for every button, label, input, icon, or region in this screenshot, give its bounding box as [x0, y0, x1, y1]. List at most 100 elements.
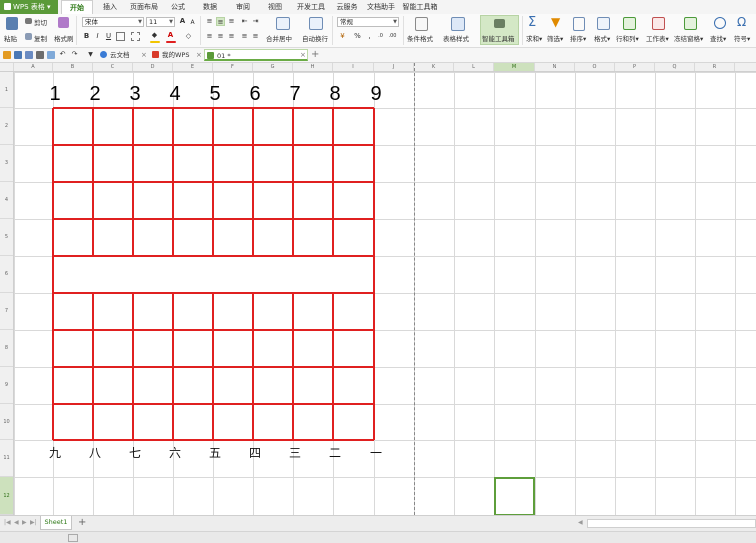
- save-icon[interactable]: [14, 51, 22, 59]
- column-header-q[interactable]: Q: [655, 63, 695, 71]
- print-preview-icon[interactable]: [47, 51, 55, 59]
- column-header-h[interactable]: H: [293, 63, 333, 71]
- conditional-format-icon[interactable]: [415, 17, 428, 31]
- symbol-button[interactable]: 符号▾: [734, 33, 750, 43]
- column-header-e[interactable]: E: [173, 63, 213, 71]
- column-header-o[interactable]: O: [575, 63, 615, 71]
- column-header-k[interactable]: K: [414, 63, 454, 71]
- smart-toolbox-button[interactable]: 智能工具箱: [480, 15, 519, 45]
- currency-icon[interactable]: ¥: [338, 32, 347, 41]
- increase-font-icon[interactable]: A: [178, 17, 187, 26]
- horizontal-scrollbar[interactable]: [587, 519, 756, 528]
- format-painter-icon[interactable]: [58, 17, 69, 28]
- chevron-down-icon[interactable]: ▼: [86, 50, 95, 59]
- cut-button[interactable]: 剪切: [34, 17, 47, 27]
- print-icon[interactable]: [36, 51, 44, 59]
- row-header-10[interactable]: 10: [0, 404, 13, 440]
- row-header-7[interactable]: 7: [0, 293, 13, 330]
- tab-developer[interactable]: 开发工具: [293, 0, 329, 14]
- tab-page-layout[interactable]: 页面布局: [126, 0, 162, 14]
- doc-tab-my-wps[interactable]: 我的WPS: [150, 49, 194, 61]
- row-header-4[interactable]: 4: [0, 182, 13, 219]
- tab-cloud[interactable]: 云服务: [332, 0, 362, 14]
- row-header-11[interactable]: 11: [0, 440, 13, 477]
- format-painter-button[interactable]: 格式刷: [54, 33, 74, 43]
- font-color-icon[interactable]: A: [166, 31, 175, 40]
- sort-button[interactable]: 排序▾: [570, 33, 586, 43]
- merge-center-icon[interactable]: [276, 17, 290, 30]
- row-header-12[interactable]: 12: [0, 477, 13, 515]
- row-header-6[interactable]: 6: [0, 256, 13, 293]
- indent-decrease-icon[interactable]: ⇤: [240, 17, 249, 26]
- number-format-select[interactable]: 常规 ▼: [337, 17, 399, 27]
- copy-button[interactable]: 复制: [34, 33, 47, 43]
- increase-decimal-icon[interactable]: .0: [376, 32, 385, 41]
- align-left-icon[interactable]: ≡: [205, 32, 214, 41]
- tab-review[interactable]: 审阅: [229, 0, 257, 14]
- format-button[interactable]: 格式▾: [594, 33, 610, 43]
- row-header-1[interactable]: 1: [0, 72, 13, 108]
- filter-icon[interactable]: ▼: [551, 15, 560, 29]
- underline-button[interactable]: U: [104, 32, 113, 41]
- font-name-select[interactable]: 宋体 ▼: [82, 17, 144, 27]
- row-header-8[interactable]: 8: [0, 330, 13, 367]
- bold-button[interactable]: B: [82, 32, 91, 41]
- close-icon[interactable]: ×: [141, 51, 147, 59]
- app-menu-button[interactable]: WPS 表格 ▾: [0, 0, 58, 14]
- font-size-select[interactable]: 11 ▼: [146, 17, 175, 27]
- wrap-text-icon[interactable]: [309, 17, 323, 30]
- tab-data[interactable]: 数据: [196, 0, 224, 14]
- align-top-icon[interactable]: ≡: [205, 17, 214, 26]
- worksheet-icon[interactable]: [652, 17, 665, 30]
- close-icon[interactable]: ×: [196, 51, 202, 59]
- column-header-i[interactable]: I: [333, 63, 374, 71]
- column-header-a[interactable]: A: [14, 63, 53, 71]
- new-tab-icon[interactable]: +: [311, 49, 319, 60]
- tab-view[interactable]: 视图: [261, 0, 289, 14]
- column-header-n[interactable]: N: [535, 63, 575, 71]
- add-sheet-icon[interactable]: +: [78, 517, 86, 529]
- omega-icon[interactable]: Ω: [737, 15, 746, 29]
- scroll-left-icon[interactable]: ◀: [578, 519, 583, 526]
- align-right-icon[interactable]: ≡: [227, 32, 236, 41]
- align-center-icon[interactable]: ≡: [216, 32, 225, 41]
- column-header-c[interactable]: C: [93, 63, 133, 71]
- undo-icon[interactable]: ↶: [58, 50, 67, 59]
- paste-button[interactable]: 粘贴: [4, 33, 17, 43]
- column-header-p[interactable]: P: [615, 63, 655, 71]
- column-header-f[interactable]: F: [213, 63, 253, 71]
- first-sheet-icon[interactable]: |◀: [4, 519, 11, 526]
- table-style-button[interactable]: 表格样式: [443, 33, 469, 43]
- sum-button[interactable]: 求和▾: [526, 33, 542, 43]
- decrease-font-icon[interactable]: A: [188, 18, 197, 27]
- doc-tab-01[interactable]: 01 *: [204, 49, 308, 61]
- sort-icon[interactable]: [573, 17, 585, 31]
- active-cell[interactable]: [494, 477, 535, 516]
- select-all-corner[interactable]: [0, 63, 14, 71]
- filter-button[interactable]: 筛选▾: [547, 33, 563, 43]
- column-header-m[interactable]: M: [494, 63, 535, 71]
- clear-format-icon[interactable]: ◇: [184, 32, 193, 41]
- tab-insert[interactable]: 插入: [96, 0, 124, 14]
- conditional-format-button[interactable]: 条件格式: [407, 33, 433, 43]
- column-header-g[interactable]: G: [253, 63, 293, 71]
- justify-icon[interactable]: ≡: [240, 32, 249, 41]
- sum-icon[interactable]: Σ: [528, 15, 536, 30]
- scissors-icon[interactable]: [25, 18, 32, 24]
- next-sheet-icon[interactable]: ▶: [22, 519, 27, 526]
- indent-increase-icon[interactable]: ⇥: [251, 17, 260, 26]
- open-folder-icon[interactable]: [3, 51, 11, 59]
- find-icon[interactable]: [714, 17, 726, 29]
- sheet-tab-sheet1[interactable]: Sheet1: [40, 516, 72, 530]
- copy-icon[interactable]: [25, 33, 32, 40]
- column-header-d[interactable]: D: [133, 63, 173, 71]
- column-header-b[interactable]: B: [53, 63, 93, 71]
- prev-sheet-icon[interactable]: ◀: [14, 519, 19, 526]
- row-header-3[interactable]: 3: [0, 145, 13, 182]
- wrap-text-button[interactable]: 自动换行: [302, 33, 328, 43]
- freeze-panes-icon[interactable]: [684, 17, 697, 30]
- row-col-icon[interactable]: [623, 17, 636, 30]
- close-icon[interactable]: ×: [300, 51, 306, 59]
- export-pdf-icon[interactable]: [25, 51, 33, 59]
- tab-smart-toolbox[interactable]: 智能工具箱: [400, 0, 440, 14]
